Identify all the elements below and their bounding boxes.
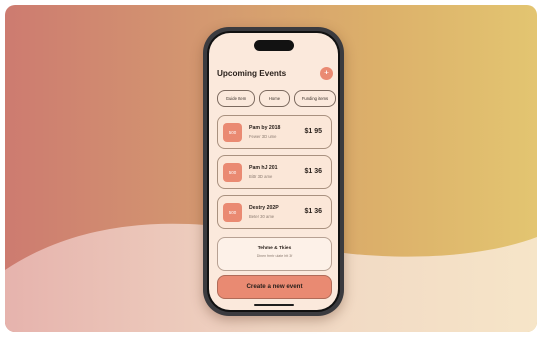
info-title: Tehme & Tkies bbox=[257, 246, 292, 251]
page-title: Upcoming Events bbox=[217, 69, 287, 78]
phone-bezel: Upcoming Events ➕︎ Guide Item Home Funding… bbox=[207, 31, 340, 312]
info-card[interactable]: Tehme & Tkies Dinen frmtr ulate htt 3f bbox=[217, 237, 332, 271]
event-subtitle: Bittr 3D ame bbox=[249, 174, 273, 179]
dynamic-island bbox=[254, 40, 294, 51]
event-name: Pam hJ 201 bbox=[249, 165, 278, 171]
filter-chips: Guide Item Home Funding items bbox=[217, 90, 338, 107]
event-card[interactable]: 500 Pam hJ 201 Bittr 3D ame $1 36 bbox=[217, 155, 332, 189]
info-subtitle: Dinen frmtr ulate htt 3f bbox=[256, 254, 293, 258]
event-card[interactable]: 500 Destry 202P Beter 30 ame $1 36 bbox=[217, 195, 332, 229]
event-price: $1 36 bbox=[304, 168, 322, 175]
phone-screen: Upcoming Events ➕︎ Guide Item Home Funding… bbox=[209, 33, 338, 310]
event-badge: 500 bbox=[223, 123, 242, 142]
create-event-button[interactable]: Create a new event bbox=[217, 275, 332, 299]
event-price: $1 95 bbox=[304, 128, 322, 135]
event-name: Pam by 2018 bbox=[249, 125, 281, 131]
event-card[interactable]: 500 Pam by 2018 Fewer 3D ume $1 95 bbox=[217, 115, 332, 149]
home-indicator[interactable] bbox=[254, 304, 294, 306]
chip-funding-items[interactable]: Funding items bbox=[294, 90, 336, 107]
event-subtitle: Fewer 3D ume bbox=[249, 134, 277, 139]
phone-frame: Upcoming Events ➕︎ Guide Item Home Funding… bbox=[203, 27, 344, 316]
event-subtitle: Beter 30 ame bbox=[249, 214, 275, 219]
event-badge: 500 bbox=[223, 163, 242, 182]
event-name: Destry 202P bbox=[249, 205, 279, 211]
plus-icon[interactable]: ➕︎ bbox=[320, 67, 333, 80]
chip-home[interactable]: Home bbox=[259, 90, 290, 107]
event-badge: 500 bbox=[223, 203, 242, 222]
event-price: $1 36 bbox=[304, 208, 322, 215]
chip-guide-item[interactable]: Guide Item bbox=[217, 90, 255, 107]
